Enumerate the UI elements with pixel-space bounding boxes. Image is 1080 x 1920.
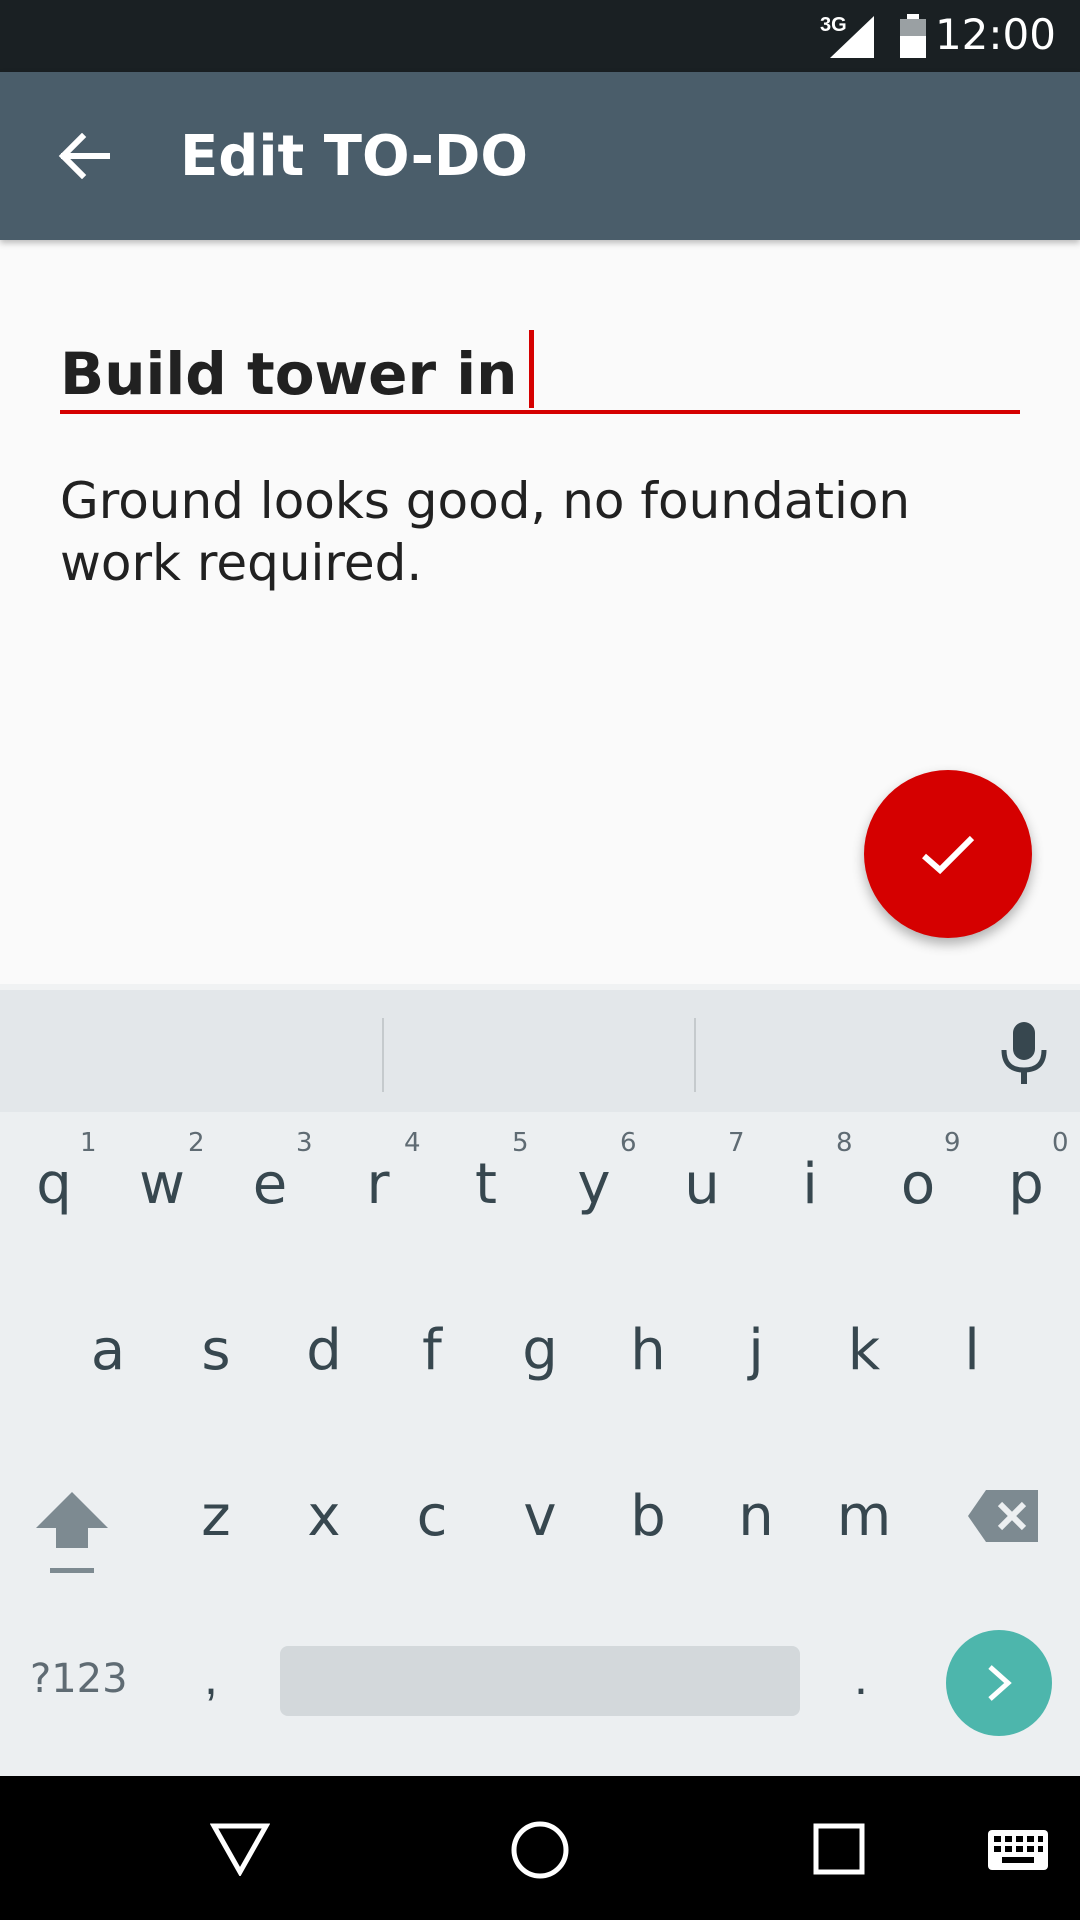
text-cursor: [529, 330, 535, 408]
app-bar: Edit TO-DO: [0, 72, 1080, 240]
todo-title-input[interactable]: Build tower in: [60, 330, 535, 408]
cell-signal-icon: [830, 16, 874, 58]
key-m[interactable]: m: [814, 1484, 914, 1549]
key-b[interactable]: b: [598, 1484, 698, 1549]
key-z[interactable]: z: [166, 1484, 266, 1549]
clock: 12:00: [934, 10, 1056, 59]
key-period[interactable]: .: [854, 1648, 868, 1706]
key-n[interactable]: n: [706, 1484, 806, 1549]
key-q[interactable]: q: [4, 1152, 104, 1217]
shift-icon[interactable]: [34, 1488, 110, 1578]
key-p[interactable]: p: [976, 1152, 1076, 1217]
key-t[interactable]: t: [436, 1152, 536, 1217]
key-k[interactable]: k: [814, 1318, 914, 1383]
key-i[interactable]: i: [760, 1152, 860, 1217]
microphone-icon[interactable]: [994, 1020, 1054, 1086]
key-g[interactable]: g: [490, 1318, 590, 1383]
backspace-icon[interactable]: [966, 1486, 1042, 1546]
spacebar[interactable]: [280, 1646, 800, 1716]
key-y[interactable]: y: [544, 1152, 644, 1217]
key-h[interactable]: h: [598, 1318, 698, 1383]
todo-title-value: Build tower in: [60, 340, 518, 408]
key-c[interactable]: c: [382, 1484, 482, 1549]
suggestion-strip: [0, 984, 1080, 1112]
key-r[interactable]: r: [328, 1152, 428, 1217]
back-button[interactable]: [30, 114, 138, 198]
navigation-bar: [0, 1776, 1080, 1920]
key-e[interactable]: e: [220, 1152, 320, 1217]
key-a[interactable]: a: [58, 1318, 158, 1383]
suggestion-divider: [382, 1018, 384, 1092]
enter-key[interactable]: [946, 1630, 1052, 1736]
key-d[interactable]: d: [274, 1318, 374, 1383]
suggestion-divider: [694, 1018, 696, 1092]
key-f[interactable]: f: [382, 1318, 482, 1383]
chevron-right-icon: [988, 1665, 1012, 1701]
key-u[interactable]: u: [652, 1152, 752, 1217]
key-l[interactable]: l: [922, 1318, 1022, 1383]
home-circle-icon[interactable]: [510, 1820, 570, 1880]
back-triangle-icon[interactable]: [210, 1822, 270, 1876]
todo-title-field[interactable]: Build tower in: [60, 320, 1020, 414]
key-comma[interactable]: ,: [204, 1648, 218, 1706]
key-v[interactable]: v: [490, 1484, 590, 1549]
key-x[interactable]: x: [274, 1484, 374, 1549]
symbols-key[interactable]: ?123: [30, 1656, 128, 1702]
arrow-back-icon: [58, 133, 110, 179]
recents-square-icon[interactable]: [812, 1822, 866, 1876]
status-bar: 3G 12:00: [0, 0, 1080, 72]
keyboard-icon[interactable]: [986, 1828, 1050, 1872]
todo-description-field[interactable]: Ground looks good, no foundation work re…: [60, 470, 1020, 594]
check-icon: [922, 835, 975, 875]
battery-icon: [900, 14, 926, 58]
page-title: Edit TO-DO: [180, 124, 528, 189]
key-s[interactable]: s: [166, 1318, 266, 1383]
key-j[interactable]: j: [706, 1318, 806, 1383]
key-w[interactable]: w: [112, 1152, 212, 1217]
key-o[interactable]: o: [868, 1152, 968, 1217]
save-fab-button[interactable]: [864, 770, 1032, 938]
